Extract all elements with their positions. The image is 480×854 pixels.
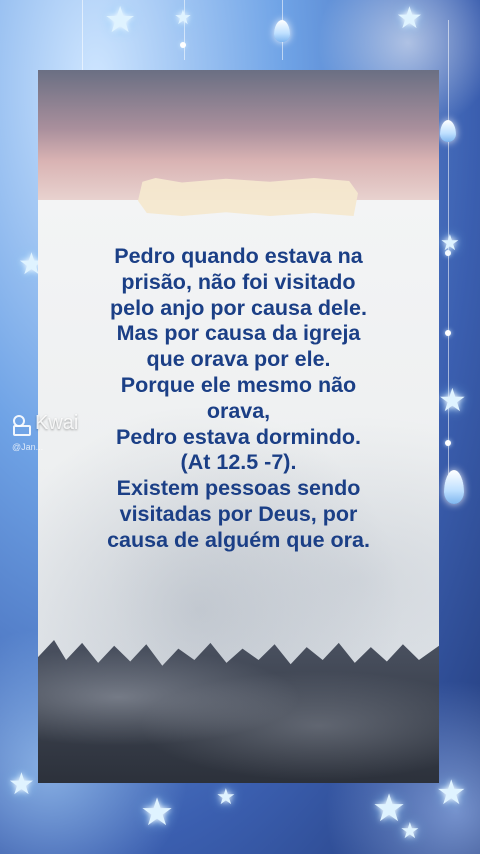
- tape-decoration: [138, 178, 358, 216]
- crystal-drop-icon: [440, 120, 456, 142]
- star-icon: ★: [216, 784, 236, 809]
- hanging-string: [448, 20, 449, 500]
- bead-decoration: [445, 330, 451, 336]
- crystal-drop-icon: [274, 20, 290, 42]
- star-icon: ★: [396, 2, 423, 35]
- star-icon: ★: [104, 0, 137, 40]
- post-card: Pedro quando estava na prisão, não foi v…: [38, 70, 439, 783]
- bead-decoration: [180, 42, 186, 48]
- watermark-brand: Kwai: [35, 412, 79, 434]
- star-icon: ★: [140, 792, 175, 834]
- star-icon: ★: [174, 7, 192, 29]
- star-icon: ★: [8, 768, 35, 801]
- star-icon: ★: [438, 382, 467, 418]
- watermark-user: @Jan...: [12, 442, 44, 452]
- star-icon: ★: [440, 230, 460, 255]
- bead-decoration: [445, 440, 451, 446]
- star-icon: ★: [400, 818, 420, 843]
- star-icon: ★: [436, 774, 467, 812]
- verse-text: Pedro quando estava na prisão, não foi v…: [107, 244, 370, 552]
- kwai-watermark: Kwai: [12, 412, 79, 436]
- kwai-logo-icon: [12, 414, 31, 436]
